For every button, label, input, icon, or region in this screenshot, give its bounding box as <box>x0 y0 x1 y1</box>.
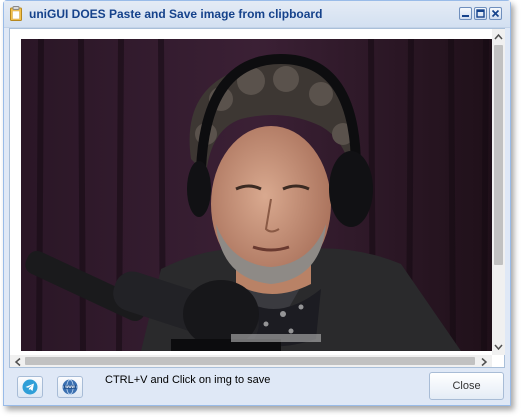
vertical-scroll-thumb[interactable] <box>494 45 503 265</box>
vertical-scrollbar[interactable] <box>492 29 505 355</box>
window-title: uniGUI DOES Paste and Save image from cl… <box>29 7 323 21</box>
www-globe-icon: WWW <box>62 379 78 395</box>
pasted-image[interactable] <box>21 39 493 351</box>
image-panel <box>9 28 505 368</box>
clipboard-icon <box>10 6 22 21</box>
dialog-window: uniGUI DOES Paste and Save image from cl… <box>3 0 511 406</box>
telegram-button[interactable] <box>17 376 43 398</box>
window-titlebar[interactable]: uniGUI DOES Paste and Save image from cl… <box>4 1 510 28</box>
dialog-footer: WWW CTRL+V and Click on img to save Clos… <box>4 370 510 405</box>
scroll-down-icon[interactable] <box>492 340 505 353</box>
minimize-button[interactable] <box>459 7 472 20</box>
telegram-icon <box>22 379 38 395</box>
maximize-button[interactable] <box>474 7 487 20</box>
close-button[interactable]: Close <box>429 372 504 400</box>
scroll-right-icon[interactable] <box>478 355 490 367</box>
horizontal-scrollbar[interactable] <box>10 355 492 367</box>
svg-text:WWW: WWW <box>65 385 75 389</box>
scroll-left-icon[interactable] <box>12 355 24 367</box>
www-button[interactable]: WWW <box>57 376 83 398</box>
scroll-up-icon[interactable] <box>492 31 505 44</box>
close-icon[interactable] <box>489 7 502 20</box>
paste-hint-text: CTRL+V and Click on img to save <box>105 374 271 386</box>
horizontal-scroll-thumb[interactable] <box>25 357 475 365</box>
